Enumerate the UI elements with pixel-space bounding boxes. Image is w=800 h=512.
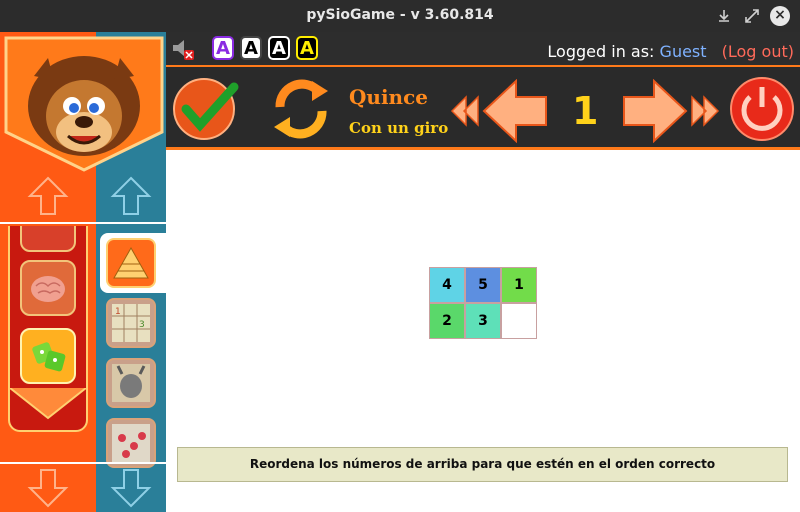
puzzle-tile[interactable]: 3 [465,303,501,339]
category-pointer-icon [10,388,86,420]
font-style-button[interactable]: A [268,36,290,60]
check-icon[interactable] [172,75,240,143]
game-goat-icon[interactable] [106,358,156,408]
font-style-button[interactable]: A [240,36,262,60]
divider [0,222,166,224]
game-connect-icon[interactable] [106,418,156,468]
puzzle-tile[interactable]: 4 [429,267,465,303]
game-toolbar: Quince Con un giro 1 [166,65,800,150]
power-icon[interactable] [728,75,796,143]
puzzle-tile[interactable]: 5 [465,267,501,303]
font-style-button[interactable]: A [296,36,318,60]
puzzle-empty-slot[interactable] [501,303,537,339]
game-number-pyramid-icon[interactable] [106,238,156,288]
refresh-icon[interactable] [268,77,334,141]
game-sudoku-icon[interactable]: 13 [106,298,156,348]
close-button[interactable]: × [770,6,790,26]
lion-logo-icon [4,36,164,172]
font-style-button[interactable]: A [212,36,234,60]
login-status: Logged in as: Guest (Log out) [547,42,794,61]
logout-link[interactable]: (Log out) [722,42,794,61]
username-link[interactable]: Guest [660,42,707,61]
login-prefix: Logged in as: [547,42,655,61]
window-title: pySioGame - v 3.60.814 [306,7,494,23]
game-subtitle: Con un giro [349,119,449,137]
svg-text:1: 1 [115,307,121,317]
scroll-up-categories-icon[interactable] [0,168,96,222]
puzzle-tile[interactable]: 2 [429,303,465,339]
speaker-muted-icon[interactable] [170,38,194,60]
next-level-icon[interactable] [622,79,720,143]
expand-icon[interactable] [742,6,762,26]
puzzle-tile[interactable]: 1 [501,267,537,303]
category-art-icon[interactable] [20,226,76,252]
category-brain-icon[interactable] [20,260,76,316]
game-area: 4 5 1 2 3 Reordena los números de arriba… [166,150,800,512]
category-list [8,226,88,432]
svg-text:3: 3 [139,320,145,330]
game-title: Quince [349,85,429,109]
previous-level-icon[interactable] [450,79,548,143]
puzzle-board: 4 5 1 2 3 [429,267,537,339]
level-number: 1 [572,89,599,133]
scroll-up-games-icon[interactable] [96,168,166,222]
download-icon[interactable] [714,6,734,26]
scroll-down-categories-icon[interactable] [0,462,96,512]
instruction-text: Reordena los números de arriba para que … [177,447,788,482]
scroll-down-games-icon[interactable] [96,462,166,512]
category-dice-icon[interactable] [20,328,76,384]
window-titlebar: pySioGame - v 3.60.814 × [0,0,800,32]
info-bar: A A A A Logged in as: Guest (Log out) [166,32,800,65]
